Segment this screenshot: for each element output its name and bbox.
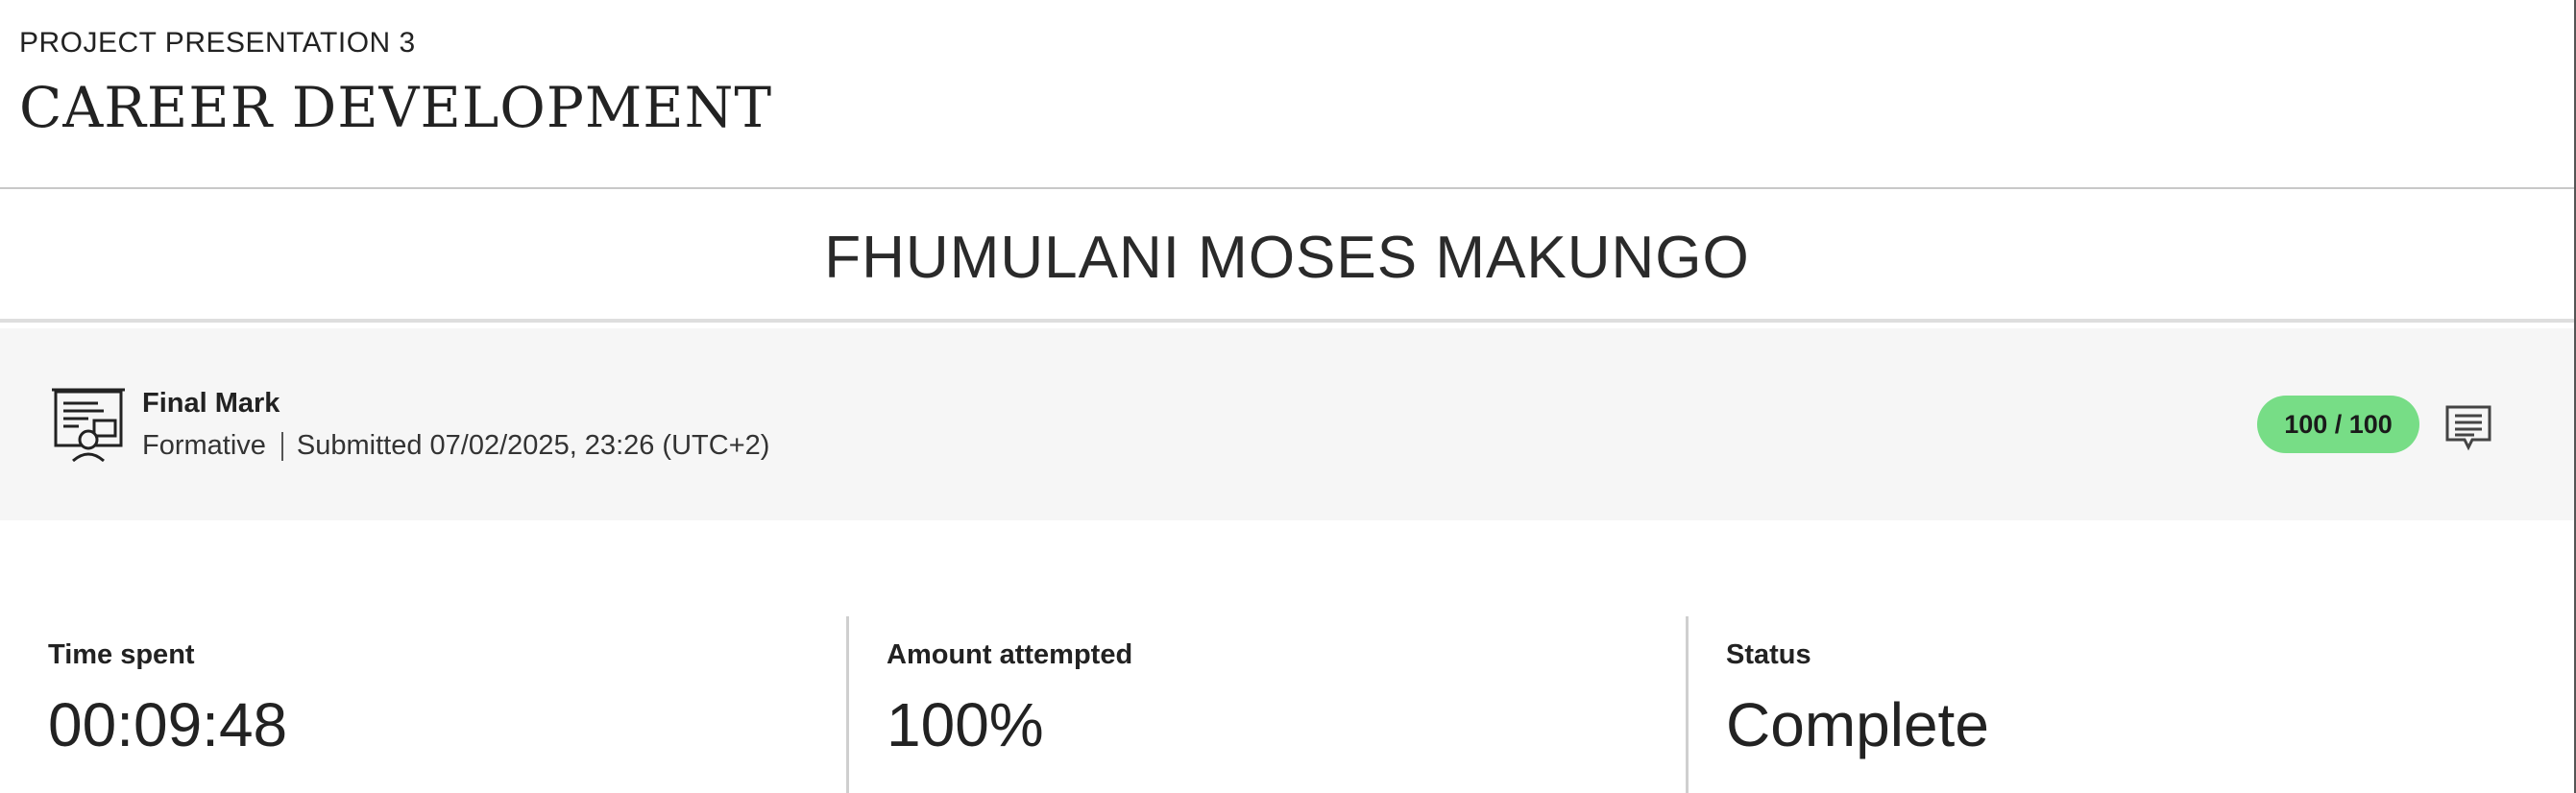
stat-divider <box>846 616 849 793</box>
submission-date: Submitted 07/02/2025, 23:26 (UTC+2) <box>296 430 770 461</box>
final-mark-panel: Final Mark Formative Submitted 07/02/2025… <box>0 328 2574 520</box>
grade-detail-page: PROJECT PRESENTATION 3 CAREER DEVELOPMEN… <box>0 0 2576 793</box>
student-name: FHUMULANI MOSES MAKUNGO <box>824 225 1750 291</box>
stat-divider <box>1686 616 1689 793</box>
assessment-type: Formative <box>142 430 266 461</box>
status-label: Status <box>1726 639 1811 670</box>
course-header: PROJECT PRESENTATION 3 CAREER DEVELOPMEN… <box>0 0 2574 189</box>
feedback-icon[interactable] <box>2443 403 2493 453</box>
amount-attempted-value: 100% <box>887 690 1044 759</box>
submission-meta: Formative Submitted 07/02/2025, 23:26 (UT… <box>142 430 769 462</box>
time-spent-value: 00:09:48 <box>48 690 288 759</box>
course-code: PROJECT PRESENTATION 3 <box>19 27 416 59</box>
meta-divider <box>280 432 283 462</box>
attempt-stats: Time spent 00:09:48 Amount attempted 100… <box>0 616 2574 793</box>
presentation-icon <box>50 386 127 465</box>
final-mark-label: Final Mark <box>142 388 280 419</box>
status-value: Complete <box>1726 690 1989 759</box>
time-spent-label: Time spent <box>48 639 195 670</box>
student-bar: FHUMULANI MOSES MAKUNGO <box>0 189 2574 323</box>
score-badge: 100 / 100 <box>2257 396 2419 453</box>
course-title: CAREER DEVELOPMENT <box>19 75 773 140</box>
amount-attempted-label: Amount attempted <box>887 639 1133 670</box>
